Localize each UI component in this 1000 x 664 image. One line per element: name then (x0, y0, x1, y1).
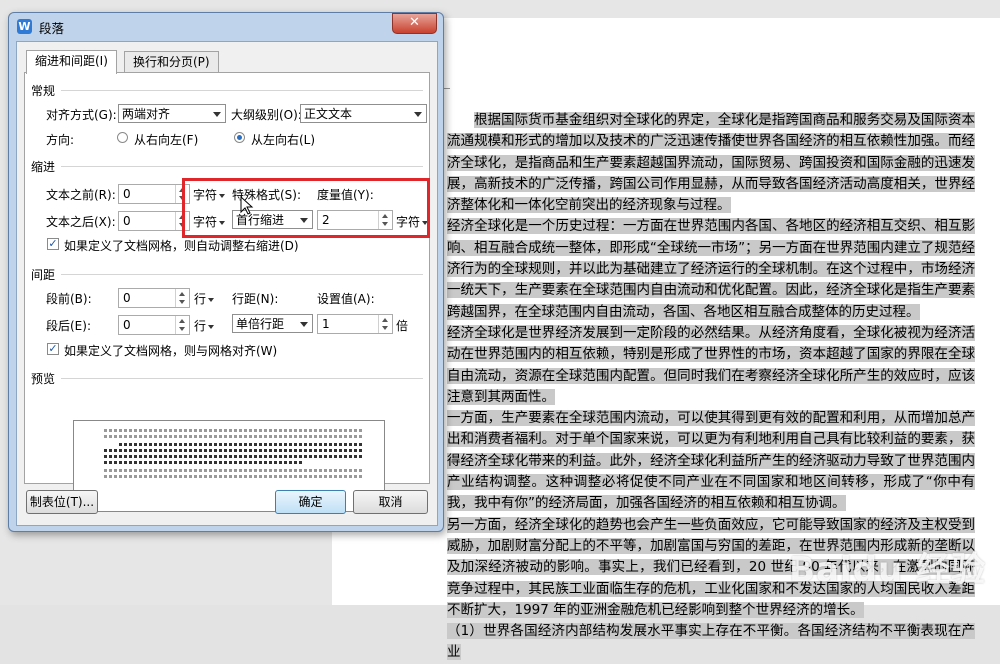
space-before-input[interactable]: 0 (118, 288, 190, 308)
spin-buttons[interactable] (175, 316, 189, 334)
preview-line-next (104, 475, 364, 478)
section-divider (61, 378, 423, 379)
spin-up-icon (179, 292, 185, 296)
doc-paragraph: （1）世界各国经济内部结构发展水平事实上存在不平衡。各国经济结构不平衡表现在产业 (447, 623, 975, 661)
spacing-grid-label: 如果定义了文档网格，则与网格对齐(W) (64, 344, 278, 358)
section-general: 常规 (31, 84, 56, 98)
outline-select[interactable]: 正文文本 (300, 104, 427, 123)
chevron-down-icon (208, 297, 215, 302)
spin-up-icon (179, 319, 185, 323)
doc-paragraph: 经济全球化是一个历史过程：一方面在世界范围内各国、各地区的经济相互交织、相互影响… (447, 218, 975, 320)
chevron-down-icon (213, 112, 221, 117)
space-after-input[interactable]: 0 (118, 315, 190, 335)
cancel-button[interactable]: 取消 (353, 490, 428, 514)
outline-value: 正文文本 (304, 107, 353, 121)
indent-before-label: 文本之前(R): (46, 188, 116, 202)
rtl-radio[interactable] (117, 132, 128, 143)
section-divider (61, 90, 423, 91)
ltr-label: 从左向右(L) (251, 133, 316, 147)
space-before-unit-label: 行 (194, 292, 207, 306)
spacing-grid-checkbox[interactable]: ✓ (47, 343, 59, 355)
indent-after-value: 0 (123, 214, 131, 228)
chevron-down-icon (300, 322, 308, 327)
indent-before-value: 0 (123, 187, 131, 201)
set-value-input[interactable]: 1 (317, 314, 393, 334)
space-after-unit-label: 行 (194, 319, 207, 333)
section-spacing: 间距 (31, 268, 56, 282)
watermark-logo: Baidu 经验 (789, 550, 986, 590)
spin-buttons[interactable] (175, 289, 189, 307)
mouse-cursor-icon (240, 196, 254, 215)
chevron-down-icon (208, 324, 215, 329)
space-before-unit[interactable]: 行 (194, 290, 215, 307)
space-after-value: 0 (123, 318, 131, 332)
spin-down-icon (179, 327, 185, 331)
set-value-unit: 倍 (396, 319, 409, 333)
indent-grid-checkbox[interactable]: ✓ (47, 238, 59, 250)
indent-after-input[interactable]: 0 (118, 211, 190, 231)
doc-paragraph: 根据国际货币基金组织对全球化的界定，全球化是指跨国商品和服务交易及国际资本流通规… (447, 112, 975, 214)
preview-line-current (119, 443, 364, 446)
section-divider (61, 166, 423, 167)
space-before-value: 0 (123, 291, 131, 305)
spin-down-icon (179, 300, 185, 304)
chevron-down-icon (414, 112, 422, 117)
title-bar[interactable]: W 段落 ✕ (9, 13, 443, 39)
ltr-radio[interactable] (234, 132, 245, 143)
wps-app-icon: W (17, 19, 32, 34)
line-spacing-label: 行距(N): (232, 292, 279, 306)
line-spacing-value: 单倍行距 (236, 317, 285, 331)
doc-paragraph: 一方面，生产要素在全球范围内流动，可以使其得到更有效的配置和利用，从而增加总产出… (447, 410, 975, 512)
indent-before-input[interactable]: 0 (118, 184, 190, 204)
section-preview: 预览 (31, 372, 56, 386)
doc-paragraph: 经济全球化是世界经济发展到一定阶段的必然结果。从经济角度看，全球化被视为经济活动… (447, 324, 975, 405)
spin-up-icon (382, 318, 388, 322)
tab-stops-button[interactable]: 制表位(T)... (26, 490, 98, 514)
rtl-label: 从右向左(F) (134, 133, 199, 147)
alignment-select[interactable]: 两端对齐 (118, 104, 226, 123)
ok-button[interactable]: 确定 (275, 490, 346, 514)
space-after-unit[interactable]: 行 (194, 317, 215, 334)
set-value-label: 设置值(A): (317, 292, 375, 306)
alignment-value: 两端对齐 (122, 107, 171, 121)
preview-line-prev (104, 429, 364, 432)
tab-line-page-break[interactable]: 换行和分页(P) (124, 51, 219, 73)
preview-line-prev (104, 435, 364, 438)
line-spacing-select[interactable]: 单倍行距 (232, 314, 313, 333)
section-divider (61, 274, 423, 275)
outline-label: 大纲级别(O): (231, 108, 302, 122)
close-button[interactable]: ✕ (392, 13, 437, 34)
direction-label: 方向: (46, 133, 75, 147)
indent-grid-label: 如果定义了文档网格，则自动调整右缩进(D) (64, 239, 299, 253)
paragraph-dialog: W 段落 ✕ 缩进和间距(I) 换行和分页(P) 常规 对齐方式(G): 两端对… (8, 12, 444, 532)
alignment-label: 对齐方式(G): (46, 108, 117, 122)
space-after-label: 段后(E): (46, 319, 91, 333)
preview-line-current (104, 461, 304, 464)
highlight-box (182, 178, 430, 238)
preview-line-current (104, 449, 364, 452)
preview-line-current (104, 455, 364, 458)
tab-indent-spacing[interactable]: 缩进和间距(I) (26, 50, 117, 74)
spin-buttons[interactable] (378, 315, 392, 333)
dialog-title: 段落 (39, 21, 65, 36)
space-before-label: 段前(B): (46, 292, 92, 306)
spin-down-icon (382, 326, 388, 330)
section-indent: 缩进 (31, 160, 56, 174)
set-value-value: 1 (322, 317, 330, 331)
indent-after-label: 文本之后(X): (46, 215, 116, 229)
dialog-client-area: 缩进和间距(I) 换行和分页(P) 常规 对齐方式(G): 两端对齐 大纲级别(… (16, 41, 438, 526)
preview-line-next (104, 469, 364, 472)
